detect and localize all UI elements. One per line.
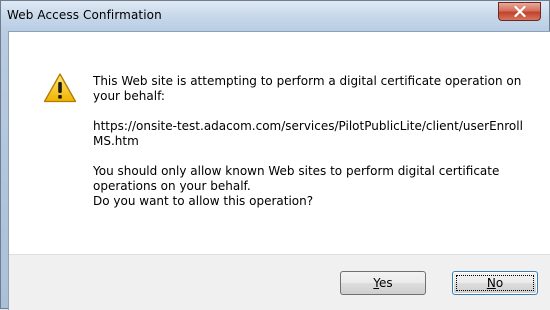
message-url: https://onsite-test.adacom.com/services/… xyxy=(93,119,523,148)
close-icon xyxy=(514,6,526,17)
dialog-body: This Web site is attempting to perform a… xyxy=(8,31,550,310)
close-button[interactable] xyxy=(498,2,541,21)
message-text: This Web site is attempting to perform a… xyxy=(93,74,533,209)
dialog-window: Web Access Confirmation This Web site is… xyxy=(0,0,550,310)
yes-label-rest: es xyxy=(379,276,393,290)
message-intro: This Web site is attempting to perform a… xyxy=(93,74,522,103)
window-title: Web Access Confirmation xyxy=(7,8,162,22)
no-button[interactable]: No xyxy=(452,271,538,295)
focus-rectangle xyxy=(456,275,534,291)
message-warning: You should only allow known Web sites to… xyxy=(93,164,500,193)
title-bar[interactable]: Web Access Confirmation xyxy=(1,1,549,31)
message-question: Do you want to allow this operation? xyxy=(93,194,314,208)
yes-button[interactable]: Yes xyxy=(340,271,426,295)
warning-icon xyxy=(43,73,77,103)
button-bar: Yes No xyxy=(9,254,550,310)
